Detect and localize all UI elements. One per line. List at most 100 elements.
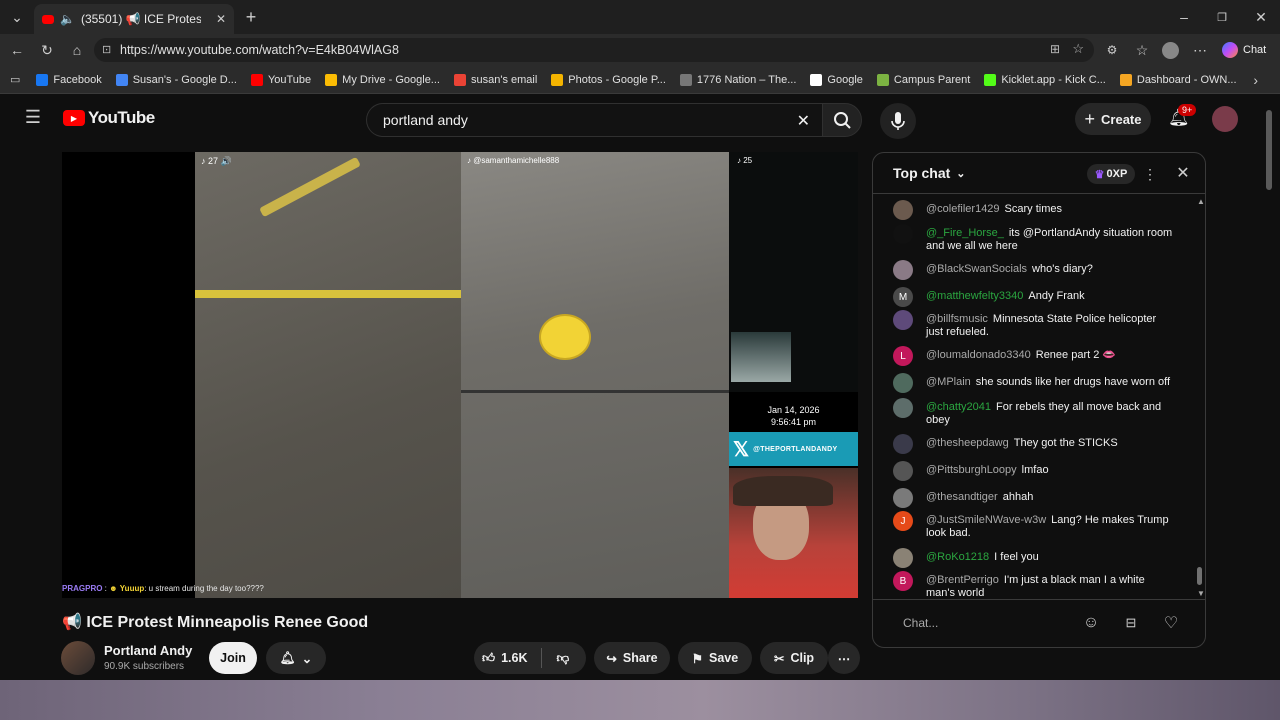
more-actions-button[interactable]: ⋯ (828, 642, 860, 674)
chat-author[interactable]: @RoKo1218 (926, 551, 989, 563)
chat-avatar[interactable] (893, 461, 913, 481)
favorites-icon[interactable]: ☆ (1134, 42, 1150, 58)
site-info-icon[interactable]: ⊡ (102, 43, 111, 56)
bookmark-item[interactable]: Susan's - Google D... (115, 73, 237, 86)
chat-avatar[interactable]: J (893, 511, 913, 531)
extension-icon[interactable]: ⚙ (1104, 42, 1120, 58)
hamburger-menu-icon[interactable]: ☰ (24, 107, 42, 127)
bookmark-item[interactable]: susan's email (453, 73, 538, 86)
bookmark-item[interactable]: Google (810, 73, 863, 86)
chat-messages[interactable]: @colefiler1429 Scary times @_Fire_Horse_ it… (873, 195, 1205, 599)
chat-more-icon[interactable]: ⋮ (1143, 165, 1157, 183)
chat-avatar[interactable]: M (893, 287, 913, 307)
chat-author[interactable]: @MPlain (926, 376, 971, 388)
sticker-emoji-icon (539, 314, 591, 360)
account-avatar[interactable] (1212, 106, 1238, 132)
bookmark-item[interactable]: Dashboard - OWN... (1119, 73, 1237, 86)
create-button[interactable]: + Create (1075, 103, 1151, 135)
search-input[interactable]: portland andy ✕ (366, 103, 822, 137)
chat-author[interactable]: @thesandtiger (926, 491, 998, 503)
save-button[interactable]: ⚑ Save (678, 642, 752, 674)
new-tab-icon[interactable]: + (242, 7, 260, 27)
notifications-button[interactable]: 🔔︎ 9+ (1168, 104, 1197, 130)
close-tab-icon[interactable]: ✕ (216, 12, 226, 26)
bookmarks-overflow-icon[interactable]: › (1253, 72, 1258, 88)
audio-icon[interactable]: 🔈 (60, 12, 75, 26)
back-icon[interactable]: ← (8, 42, 26, 58)
chat-author[interactable]: @JustSmileNWave-w3w (926, 514, 1046, 526)
subscribe-notification-button[interactable]: 🔔︎ ⌄ (266, 642, 326, 674)
chat-avatar[interactable] (893, 373, 913, 393)
clip-button[interactable]: ✂ Clip (760, 642, 828, 674)
heart-icon[interactable]: ♡ (1161, 613, 1181, 633)
scroll-up-icon[interactable]: ▲ (1197, 197, 1205, 206)
close-window-icon[interactable]: ✕ (1253, 9, 1269, 25)
super-chat-icon[interactable]: ⊟ (1121, 613, 1141, 633)
chat-avatar[interactable] (893, 548, 913, 568)
scroll-thumb[interactable] (1197, 567, 1202, 585)
page-scroll-thumb[interactable] (1266, 110, 1272, 190)
bookmark-item[interactable]: Photos - Google P... (551, 73, 666, 86)
chat-avatar[interactable] (893, 310, 913, 330)
like-count: 1.6K (501, 651, 528, 665)
bookmark-item[interactable]: Campus Parent (876, 73, 970, 86)
bookmark-label: susan's email (470, 73, 538, 86)
maximize-icon[interactable]: ❐ (1214, 9, 1230, 25)
dislike-button[interactable]: 👎︎ (556, 651, 569, 666)
address-bar[interactable]: ⊡ https://www.youtube.com/watch?v=E4kB04… (94, 38, 1094, 62)
chat-author[interactable]: @thesheepdawg (926, 437, 1009, 449)
channel-avatar[interactable] (61, 641, 95, 675)
apps-icon[interactable]: ⊞ (1050, 42, 1060, 56)
profile-icon[interactable] (1162, 42, 1179, 59)
chat-author[interactable]: @_Fire_Horse_ (926, 227, 1004, 239)
bookmark-favicon-icon (876, 73, 889, 86)
top-chat-dropdown[interactable]: Top chat ⌄ (893, 165, 966, 181)
voice-search-button[interactable] (880, 103, 916, 139)
browser-tab[interactable]: 🔈 (35501) 📢 ICE Protest Minne ✕ (34, 4, 234, 34)
chat-avatar[interactable] (893, 224, 913, 244)
chat-avatar[interactable]: B (893, 571, 913, 591)
chat-scrollbar[interactable]: ▲ ▼ (1195, 197, 1205, 598)
chat-avatar[interactable] (893, 488, 913, 508)
minimize-icon[interactable]: – (1176, 9, 1192, 25)
page-scrollbar[interactable] (1266, 98, 1274, 678)
bookmark-item[interactable]: Kicklet.app - Kick C... (984, 73, 1106, 86)
clear-search-icon[interactable]: ✕ (797, 111, 810, 131)
emoji-icon[interactable]: ☺ (1081, 613, 1101, 633)
points-badge[interactable]: ♛ 0XP (1087, 164, 1135, 184)
youtube-logo[interactable]: ▶ YouTube (63, 108, 155, 128)
chat-avatar[interactable] (893, 398, 913, 418)
like-button[interactable]: 👍︎ 1.6K (482, 651, 527, 666)
channel-name[interactable]: Portland Andy (104, 643, 192, 658)
bookmark-item[interactable]: Facebook (36, 73, 102, 86)
reload-icon[interactable]: ↻ (38, 42, 56, 58)
bookmark-item[interactable]: YouTube (250, 73, 311, 86)
chat-author[interactable]: @matthewfelty3340 (926, 290, 1023, 302)
bookmark-item[interactable]: 1776 Nation – The... (679, 73, 796, 86)
chat-avatar[interactable] (893, 260, 913, 280)
chat-author[interactable]: @BrentPerrigo (926, 574, 999, 586)
chat-avatar[interactable]: L (893, 346, 913, 366)
chat-author[interactable]: @PittsburghLoopy (926, 464, 1017, 476)
chat-author[interactable]: @billfsmusic (926, 313, 988, 325)
chat-avatar[interactable] (893, 434, 913, 454)
close-chat-icon[interactable]: ✕ (1173, 163, 1193, 183)
chat-input[interactable]: Chat... (889, 611, 1069, 635)
home-icon[interactable]: ⌂ (68, 42, 86, 58)
reading-list-icon[interactable]: ▭ (10, 73, 20, 86)
more-menu-icon[interactable]: ⋯ (1192, 42, 1208, 58)
bookmark-item[interactable]: My Drive - Google... (325, 73, 440, 86)
favorite-star-icon[interactable]: ☆ (1072, 41, 1084, 57)
chat-author[interactable]: @loumaldonado3340 (926, 349, 1031, 361)
chat-avatar[interactable] (893, 200, 913, 220)
search-button[interactable] (822, 103, 862, 137)
video-player[interactable]: ♪ 27 🔊 ♪ @samanthamichelle888 ♪ 25 Jan 1… (62, 152, 858, 598)
join-button[interactable]: Join (209, 642, 257, 674)
chat-author[interactable]: @chatty2041 (926, 401, 991, 413)
share-button[interactable]: ↪ Share (594, 642, 670, 674)
scroll-down-icon[interactable]: ▼ (1197, 589, 1205, 598)
copilot-chat-button[interactable]: Chat (1222, 39, 1274, 61)
chat-author[interactable]: @colefiler1429 (926, 203, 1000, 215)
tab-list-icon[interactable]: ⌄ (8, 9, 26, 25)
chat-author[interactable]: @BlackSwanSocials (926, 263, 1027, 275)
